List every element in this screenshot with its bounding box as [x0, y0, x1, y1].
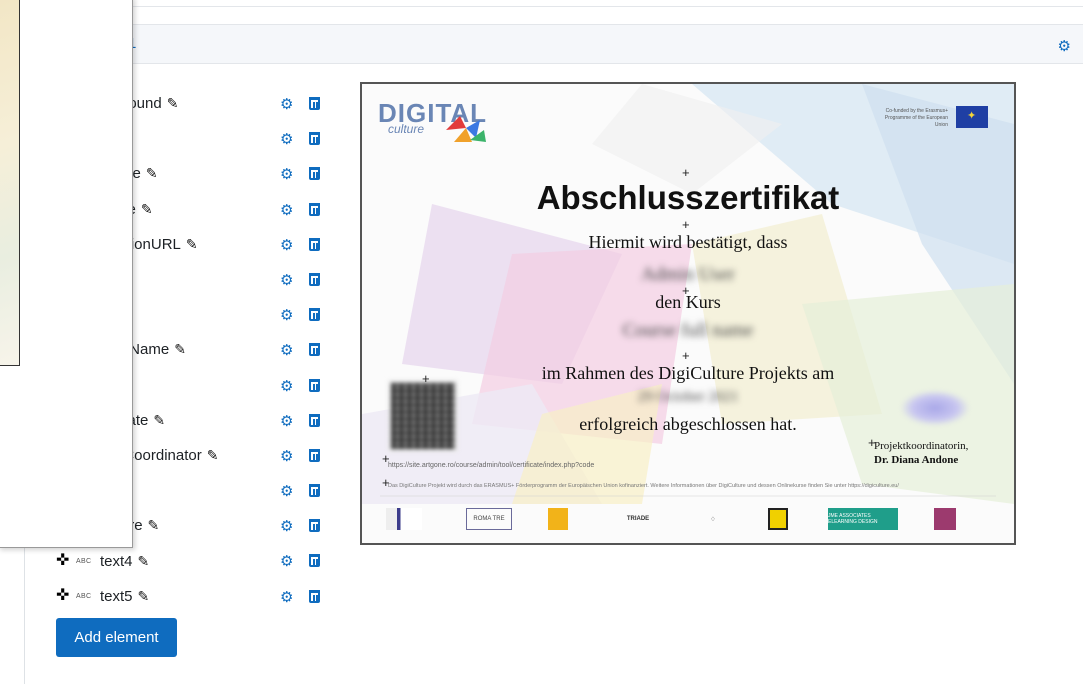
edit-pencil-icon[interactable]: ✎ — [207, 447, 219, 464]
partner-logo — [768, 508, 788, 530]
element-type-icon: ABC — [76, 592, 92, 600]
certificate-background — [362, 84, 1014, 504]
edit-pencil-icon[interactable]: ✎ — [138, 588, 150, 605]
edit-pencil-icon[interactable]: ✎ — [167, 95, 179, 112]
element-row: ✜ ABC text4 ✎ ⚙ — [56, 543, 346, 578]
delete-trash-icon[interactable] — [309, 378, 320, 392]
qr-code — [388, 380, 458, 452]
coordinator-title: Projektkoordinatorin, — [874, 440, 969, 452]
verification-url: https://site.artgone.ro/course/admin/too… — [388, 462, 595, 469]
certificate-confirm-line: Hiermit wird bestätigt, dass — [588, 232, 788, 252]
certificate-title: Abschlusszertifikat — [536, 179, 840, 216]
edit-pencil-icon[interactable]: ✎ — [141, 201, 153, 218]
coordinator-name: Dr. Diana Andone — [874, 454, 959, 466]
logo-subtext: culture — [388, 122, 425, 136]
delete-trash-icon[interactable] — [309, 589, 320, 603]
eu-flag-icon — [956, 106, 988, 128]
delete-trash-icon[interactable] — [309, 237, 320, 251]
delete-trash-icon[interactable] — [309, 554, 320, 568]
element-settings-gear-icon[interactable]: ⚙ — [280, 165, 293, 183]
element-settings-gear-icon[interactable]: ⚙ — [280, 377, 293, 395]
top-divider — [0, 6, 1083, 7]
overlay-preview-image — [0, 0, 20, 366]
element-settings-gear-icon[interactable]: ⚙ — [280, 482, 293, 500]
delete-trash-icon[interactable] — [309, 448, 320, 462]
edit-pencil-icon[interactable]: ✎ — [148, 517, 160, 534]
element-settings-gear-icon[interactable]: ⚙ — [280, 201, 293, 219]
element-row: ✜ ABC text5 ✎ ⚙ — [56, 579, 346, 614]
partner-logo — [548, 508, 568, 530]
page-header-bar: 1 ⚙ — [24, 24, 1083, 64]
position-cross-icon: + — [682, 348, 690, 363]
partner-logo: ROMA TRE — [466, 508, 512, 530]
certificate-project-line: im Rahmen des DigiCulture Projekts am — [541, 363, 835, 383]
eu-funding-text: Co-funded by the Erasmus+ Programme of t… — [884, 108, 948, 128]
element-settings-gear-icon[interactable]: ⚙ — [280, 447, 293, 465]
delete-trash-icon[interactable] — [309, 132, 320, 146]
move-handle-icon[interactable]: ✜ — [56, 553, 76, 569]
delete-trash-icon[interactable] — [309, 343, 320, 357]
edit-pencil-icon[interactable]: ✎ — [138, 553, 150, 570]
element-name: text4 — [100, 552, 133, 570]
partner-logo: TRIADE — [626, 516, 650, 522]
certificate-course-line: den Kurs — [655, 292, 721, 312]
element-settings-gear-icon[interactable]: ⚙ — [280, 341, 293, 359]
overlay-panel — [0, 0, 133, 548]
digiculture-logo: DIGITAL culture — [378, 98, 487, 142]
edit-pencil-icon[interactable]: ✎ — [174, 341, 186, 358]
element-settings-gear-icon[interactable]: ⚙ — [280, 271, 293, 289]
certificate-footnote: Das DigiCulture Projekt wird durch das E… — [388, 483, 899, 489]
delete-trash-icon[interactable] — [309, 484, 320, 498]
edit-pencil-icon[interactable]: ✎ — [186, 236, 198, 253]
element-settings-gear-icon[interactable]: ⚙ — [280, 236, 293, 254]
delete-trash-icon[interactable] — [309, 519, 320, 533]
add-element-button[interactable]: Add element — [56, 618, 177, 657]
element-settings-gear-icon[interactable]: ⚙ — [280, 95, 293, 113]
element-settings-gear-icon[interactable]: ⚙ — [280, 412, 293, 430]
position-cross-icon: + — [682, 217, 690, 232]
signature-image — [900, 390, 970, 426]
delete-trash-icon[interactable] — [309, 272, 320, 286]
partner-logo — [386, 508, 422, 530]
certificate-preview: DIGITAL culture Co-funded by the Erasmus… — [360, 82, 1016, 545]
element-settings-gear-icon[interactable]: ⚙ — [280, 130, 293, 148]
delete-trash-icon[interactable] — [309, 202, 320, 216]
delete-trash-icon[interactable] — [309, 308, 320, 322]
partner-logo — [934, 508, 956, 530]
page-settings-gear-icon[interactable]: ⚙ — [1058, 37, 1071, 55]
logo-triangles-icon — [446, 116, 486, 142]
partner-logos: ROMA TRE TRIADE ♢ JME ASSOCIATES ELEARNI… — [362, 504, 1014, 538]
certificate-course-name: Course full name — [622, 320, 754, 341]
element-settings-gear-icon[interactable]: ⚙ — [280, 552, 293, 570]
delete-trash-icon[interactable] — [309, 97, 320, 110]
delete-trash-icon[interactable] — [309, 167, 320, 181]
edit-pencil-icon[interactable]: ✎ — [153, 412, 165, 429]
element-settings-gear-icon[interactable]: ⚙ — [280, 588, 293, 606]
move-handle-icon[interactable]: ✜ — [56, 588, 76, 604]
partner-logo: JME ASSOCIATES ELEARNING DESIGN — [828, 508, 898, 530]
delete-trash-icon[interactable] — [309, 413, 320, 427]
partner-logo: ♢ — [710, 516, 716, 523]
element-settings-gear-icon[interactable]: ⚙ — [280, 306, 293, 324]
element-type-icon: ABC — [76, 557, 92, 565]
position-cross-icon: + — [422, 371, 430, 386]
edit-pencil-icon[interactable]: ✎ — [146, 165, 158, 182]
element-settings-gear-icon[interactable]: ⚙ — [280, 517, 293, 535]
position-cross-icon: + — [682, 165, 690, 180]
element-name: text5 — [100, 587, 133, 605]
